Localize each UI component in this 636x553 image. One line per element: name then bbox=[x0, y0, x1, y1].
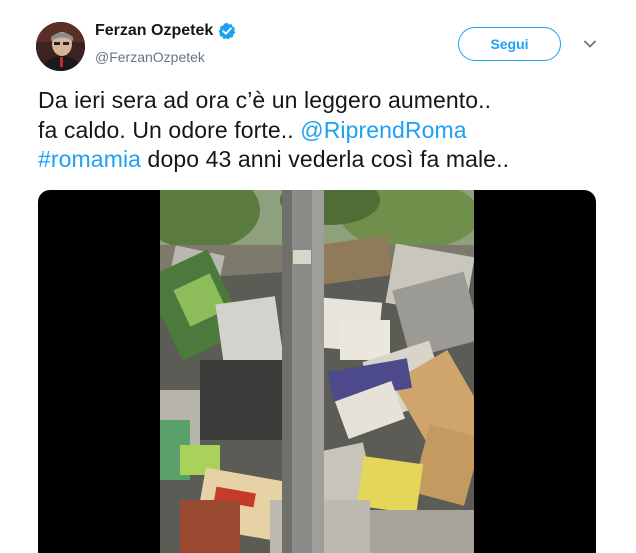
author-handle[interactable]: @FerzanOzpetek bbox=[95, 49, 205, 65]
hashtag-link[interactable]: #romamia bbox=[38, 146, 141, 172]
author-display-name[interactable]: Ferzan Ozpetek bbox=[95, 22, 213, 40]
tweet-video[interactable] bbox=[38, 190, 596, 553]
tweet-line-1: Da ieri sera ad ora c’è un leggero aumen… bbox=[38, 87, 492, 113]
tweet-line-3: #romamia dopo 43 anni vederla così fa ma… bbox=[38, 145, 618, 175]
video-frame[interactable] bbox=[140, 190, 493, 553]
tweet-line-2-text: fa caldo. Un odore forte.. bbox=[38, 116, 301, 143]
follow-button[interactable]: Segui bbox=[458, 27, 561, 61]
tweet-text: Da ieri sera ad ora c’è un leggero aumen… bbox=[38, 86, 618, 175]
author-name-row[interactable]: Ferzan Ozpetek bbox=[95, 22, 236, 40]
tweet-line-3-text: dopo 43 anni vederla così fa male.. bbox=[141, 146, 510, 172]
tweet-line-2: fa caldo. Un odore forte.. @RiprendRoma bbox=[38, 116, 618, 146]
chevron-down-icon[interactable] bbox=[583, 37, 597, 51]
avatar[interactable] bbox=[36, 22, 85, 71]
mention-link[interactable]: @RiprendRoma bbox=[300, 117, 466, 143]
verified-badge-icon bbox=[218, 22, 236, 40]
